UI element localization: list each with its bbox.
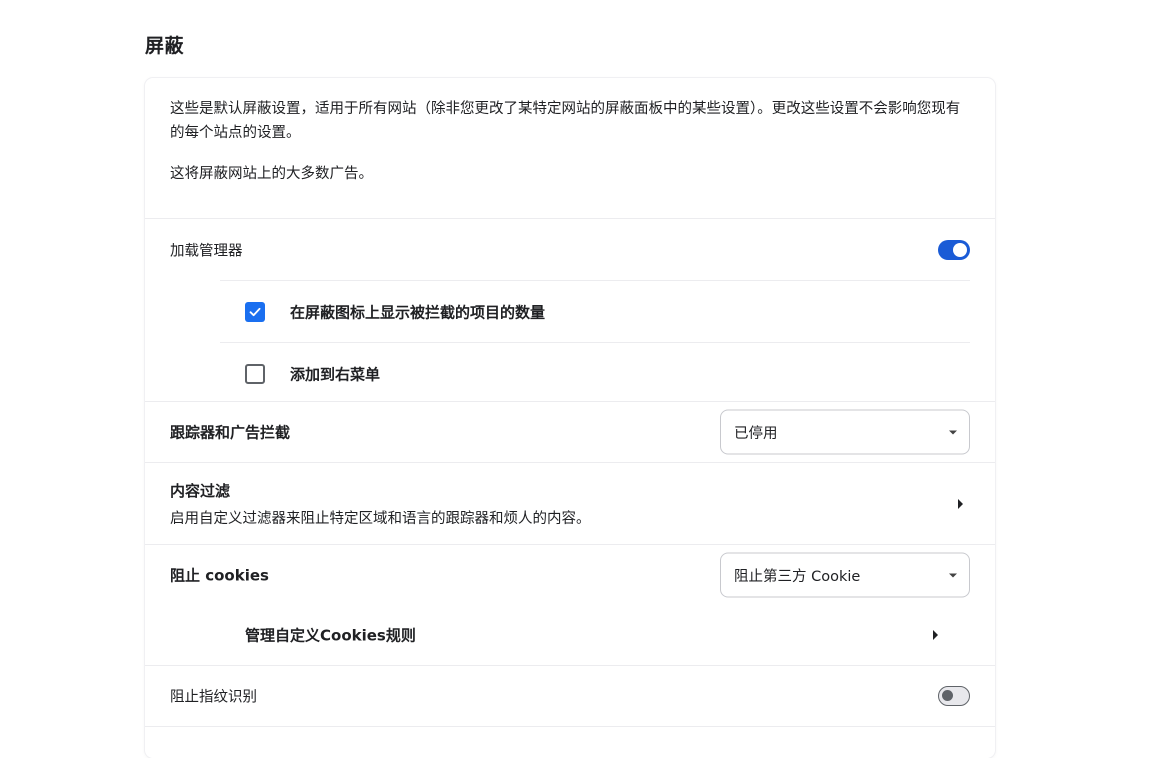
chevron-right-icon <box>933 630 938 640</box>
add-to-context-menu-option[interactable]: 添加到右菜单 <box>220 342 970 404</box>
show-blocked-count-label: 在屏蔽图标上显示被拦截的项目的数量 <box>290 303 546 321</box>
manage-cookie-rules-row[interactable]: 管理自定义Cookies规则 <box>145 605 995 665</box>
chevron-down-icon <box>949 573 957 577</box>
fingerprint-label: 阻止指纹识别 <box>170 689 257 706</box>
intro-text: 这些是默认屏蔽设置，适用于所有网站（除非您更改了某特定网站的屏蔽面板中的某些设置… <box>170 101 961 141</box>
trackers-select[interactable]: 已停用 <box>720 409 970 455</box>
show-blocked-count-checkbox[interactable] <box>245 301 265 322</box>
fingerprint-row: 阻止指纹识别 <box>145 666 995 727</box>
download-manager-section: 加载管理器 在屏蔽图标上显示被拦截的项目的数量 添加到右菜单 <box>145 219 995 402</box>
chevron-down-icon <box>949 430 957 434</box>
download-manager-label: 加载管理器 <box>170 243 243 259</box>
content-filter-row[interactable]: 内容过滤 启用自定义过滤器来阻止特定区域和语言的跟踪器和烦人的内容。 <box>145 463 995 545</box>
fingerprint-toggle[interactable] <box>938 686 970 706</box>
show-blocked-count-option[interactable]: 在屏蔽图标上显示被拦截的项目的数量 <box>220 280 970 342</box>
cookies-row: 阻止 cookies 阻止第三方 Cookie <box>145 545 995 605</box>
page-title: 屏蔽 <box>145 35 185 57</box>
content-filter-description: 启用自定义过滤器来阻止特定区域和语言的跟踪器和烦人的内容。 <box>170 511 591 527</box>
cookies-section: 阻止 cookies 阻止第三方 Cookie 管理自定义Cookies规则 <box>145 545 995 666</box>
intro-note: 这将屏蔽网站上的大多数广告。 <box>170 166 373 182</box>
trackers-label: 跟踪器和广告拦截 <box>170 423 291 442</box>
download-manager-row: 加载管理器 <box>145 219 995 280</box>
content-filter-title: 内容过滤 <box>170 482 231 500</box>
add-to-context-menu-label: 添加到右菜单 <box>290 365 381 383</box>
settings-card: 这些是默认屏蔽设置，适用于所有网站（除非您更改了某特定网站的屏蔽面板中的某些设置… <box>145 78 995 758</box>
cookies-select[interactable]: 阻止第三方 Cookie <box>720 552 970 598</box>
trackers-row: 跟踪器和广告拦截 已停用 <box>145 402 995 463</box>
cookies-label: 阻止 cookies <box>170 566 269 585</box>
trackers-select-value: 已停用 <box>734 425 778 442</box>
add-to-context-menu-checkbox[interactable] <box>245 363 265 384</box>
toggle-knob <box>942 690 953 701</box>
chevron-right-icon <box>958 498 963 509</box>
intro-section: 这些是默认屏蔽设置，适用于所有网站（除非您更改了某特定网站的屏蔽面板中的某些设置… <box>145 78 995 219</box>
cookies-select-value: 阻止第三方 Cookie <box>734 568 861 585</box>
toggle-knob <box>953 242 967 257</box>
manage-cookie-rules-label: 管理自定义Cookies规则 <box>245 626 416 645</box>
download-manager-toggle[interactable] <box>938 239 970 260</box>
checkmark-icon <box>249 307 261 316</box>
